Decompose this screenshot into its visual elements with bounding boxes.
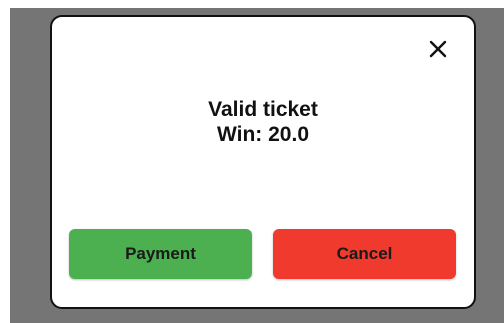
cancel-button[interactable]: Cancel [273, 229, 456, 279]
cancel-button-label: Cancel [336, 244, 393, 263]
close-icon[interactable] [428, 39, 448, 59]
payment-button-label: Payment [125, 244, 196, 263]
ticket-message: Valid ticket Win: 20.0 [52, 97, 474, 147]
ticket-dialog: Valid ticket Win: 20.0 Payment Cancel [50, 15, 476, 309]
payment-button[interactable]: Payment [69, 229, 252, 279]
win-amount-text: Win: 20.0 [217, 123, 309, 146]
ticket-status-text: Valid ticket [208, 98, 318, 121]
